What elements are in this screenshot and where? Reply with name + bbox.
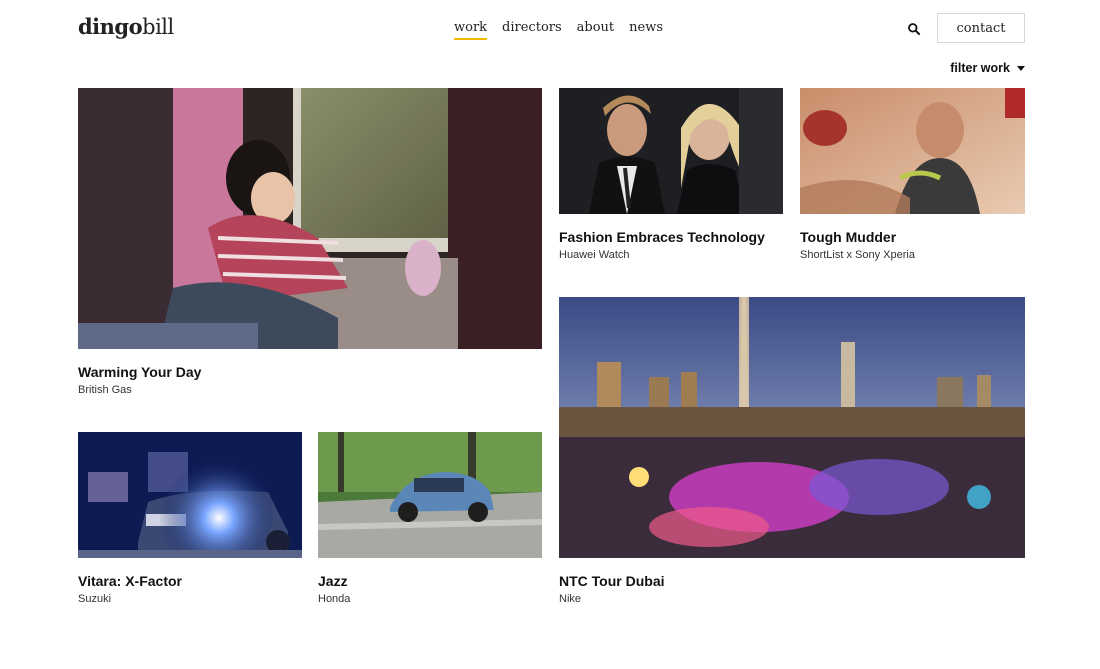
project-tile-fashion-embraces-technology[interactable]: Fashion Embraces Technology Huawei Watch [559,88,783,263]
project-title[interactable]: Warming Your Day [78,364,201,380]
nav-item-directors[interactable]: directors [502,20,562,40]
project-thumbnail[interactable] [800,88,1025,214]
project-thumbnail[interactable] [559,297,1025,558]
nav-item-work[interactable]: work [454,20,488,40]
project-tile-vitara-x-factor[interactable]: Vitara: X-Factor Suzuki [78,432,302,608]
project-thumbnail[interactable] [78,432,302,558]
project-client: Suzuki [78,593,112,605]
project-title[interactable]: Vitara: X-Factor [78,573,182,589]
nav-item-about[interactable]: about [577,20,615,40]
contact-button[interactable]: contact [937,13,1025,43]
filter-work-dropdown[interactable]: filter work [950,61,1025,75]
nav-item-news[interactable]: news [629,20,663,40]
project-tile-tough-mudder[interactable]: Tough Mudder ShortList x Sony Xperia [800,88,1025,263]
project-client: Nike [559,593,582,605]
main-nav: work directors about news [454,20,663,40]
logo[interactable]: dingobill [78,14,174,39]
filter-label: filter work [950,61,1010,75]
project-thumbnail[interactable] [78,88,542,349]
caret-down-icon [1017,66,1025,71]
project-client: British Gas [78,384,132,396]
project-tile-warming-your-day[interactable]: Warming Your Day British Gas [78,88,542,398]
project-tile-ntc-tour-dubai[interactable]: NTC Tour Dubai Nike [559,297,1025,607]
project-client: Honda [318,593,351,605]
project-tile-jazz[interactable]: Jazz Honda [318,432,542,608]
project-title[interactable]: NTC Tour Dubai [559,573,665,589]
project-thumbnail[interactable] [559,88,783,214]
search-icon[interactable] [907,22,921,36]
project-client: ShortList x Sony Xperia [800,249,915,261]
project-client: Huawei Watch [559,249,630,261]
logo-part-2: bill [142,15,174,39]
project-title[interactable]: Jazz [318,573,348,589]
project-thumbnail[interactable] [318,432,542,558]
logo-part-1: dingo [78,14,143,39]
project-title[interactable]: Fashion Embraces Technology [559,229,765,245]
project-title[interactable]: Tough Mudder [800,229,896,245]
